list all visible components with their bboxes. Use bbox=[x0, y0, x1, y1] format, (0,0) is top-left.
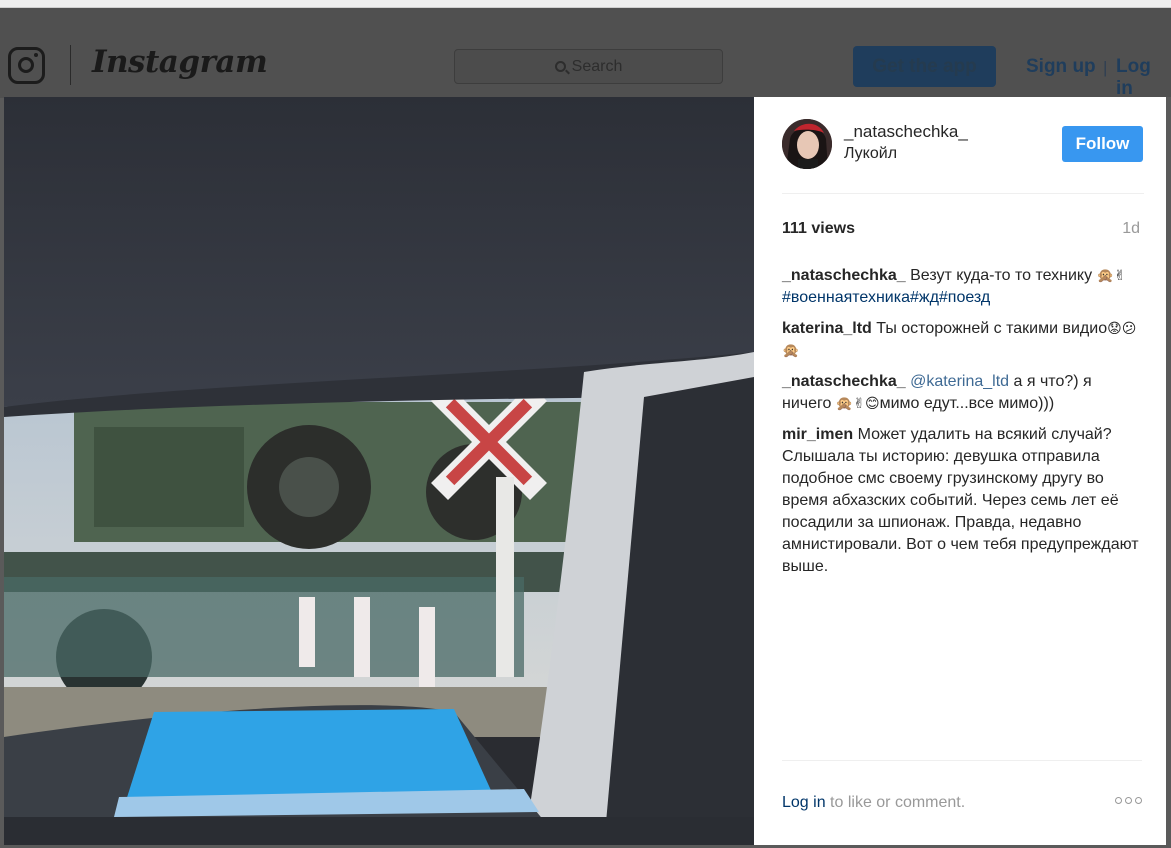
emoji-icon: 🙊✌ bbox=[1096, 268, 1126, 284]
top-navbar: Instagram Search Get the app Sign up | L… bbox=[0, 8, 1171, 100]
logo-divider bbox=[70, 45, 71, 85]
instagram-camera-icon[interactable] bbox=[8, 47, 45, 84]
search-placeholder: Search bbox=[571, 57, 623, 75]
post-stats: 111 views 1d bbox=[782, 218, 1140, 240]
hashtag-link[interactable]: #жд bbox=[910, 289, 939, 306]
post-modal: _nataschechka_ Лукойл Follow 111 views 1… bbox=[4, 97, 1171, 845]
post-location[interactable]: Лукойл bbox=[844, 145, 897, 163]
instagram-wordmark[interactable]: Instagram bbox=[92, 44, 268, 80]
log-in-link[interactable]: Log in bbox=[1116, 56, 1171, 100]
post-video[interactable] bbox=[4, 97, 754, 845]
post-author-username[interactable]: _nataschechka_ bbox=[844, 122, 968, 142]
comment-item: mir_imen Может удалить на всякий случай?… bbox=[782, 424, 1142, 578]
avatar[interactable] bbox=[782, 119, 832, 169]
post-sidebar: _nataschechka_ Лукойл Follow 111 views 1… bbox=[754, 97, 1171, 845]
sign-up-link[interactable]: Sign up bbox=[1026, 56, 1096, 78]
hashtag-link[interactable]: #поезд bbox=[939, 289, 990, 306]
video-frame-illustration bbox=[4, 97, 754, 845]
view-count: 111 views bbox=[782, 220, 855, 237]
comment-item: _nataschechka_ @katerina_ltd а я что?) я… bbox=[782, 371, 1142, 415]
nav-separator: | bbox=[1103, 58, 1108, 77]
search-icon bbox=[554, 61, 566, 72]
get-the-app-button[interactable]: Get the app bbox=[853, 46, 996, 87]
post-age[interactable]: 1d bbox=[1122, 220, 1140, 238]
window-top-strip bbox=[0, 0, 1171, 8]
comment-list: _nataschechka_ Везут куда-то то технику … bbox=[782, 265, 1142, 587]
footer-prompt-text: to like or comment. bbox=[825, 794, 966, 811]
comment-username[interactable]: katerina_ltd bbox=[782, 320, 872, 337]
avatar-image bbox=[782, 119, 832, 169]
comment-text: Везут куда-то то технику bbox=[910, 267, 1097, 284]
search-input[interactable]: Search bbox=[454, 49, 723, 84]
comment-username[interactable]: _nataschechka_ bbox=[782, 267, 906, 284]
post-footer: Log in to like or comment. bbox=[782, 760, 1142, 820]
comment-text: Ты осторожней с такими видио bbox=[876, 320, 1108, 337]
follow-button[interactable]: Follow bbox=[1062, 126, 1143, 162]
comment-item: _nataschechka_ Везут куда-то то технику … bbox=[782, 265, 1142, 309]
more-options-icon[interactable] bbox=[1115, 797, 1142, 804]
post-header: _nataschechka_ Лукойл Follow bbox=[782, 119, 1144, 194]
more-dot bbox=[1115, 797, 1122, 804]
comment-username[interactable]: _nataschechka_ bbox=[782, 373, 906, 390]
mention-link[interactable]: @katerina_ltd bbox=[910, 373, 1009, 390]
more-dot bbox=[1125, 797, 1132, 804]
comment-item: katerina_ltd Ты осторожней с такими види… bbox=[782, 318, 1142, 362]
login-prompt: Log in to like or comment. bbox=[782, 794, 965, 812]
comment-username[interactable]: mir_imen bbox=[782, 426, 853, 443]
backdrop-right-edge[interactable] bbox=[1166, 97, 1171, 848]
hashtag-link[interactable]: #военнаятехника bbox=[782, 289, 910, 306]
comment-text: Может удалить на всякий случай? Слышала … bbox=[782, 426, 1139, 575]
emoji-icon: 🙊✌😊 bbox=[835, 396, 880, 412]
comment-text: мимо едут...все мимо))) bbox=[879, 395, 1055, 412]
more-dot bbox=[1135, 797, 1142, 804]
footer-log-in-link[interactable]: Log in bbox=[782, 794, 826, 811]
